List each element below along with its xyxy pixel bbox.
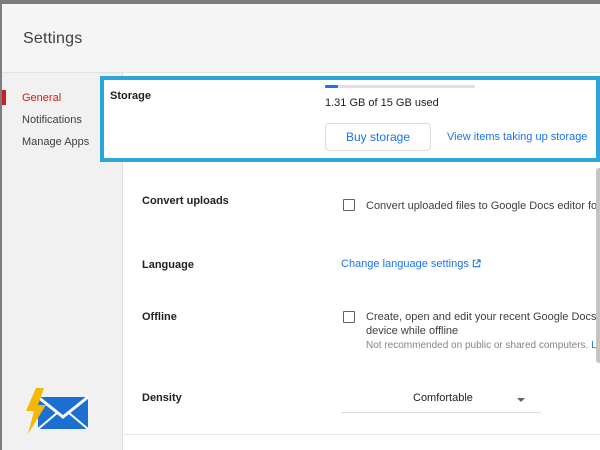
sidebar-item-general[interactable]: General: [22, 92, 61, 104]
storage-progress-bar: [325, 85, 475, 88]
storage-progress-fill: [325, 85, 339, 88]
density-label: Density: [142, 392, 182, 404]
scrollbar[interactable]: [596, 168, 600, 363]
section-divider: [123, 434, 600, 435]
view-items-link[interactable]: View items taking up storage: [447, 131, 587, 143]
sidebar-item-notifications[interactable]: Notifications: [22, 114, 82, 126]
offline-text-line1: Create, open and edit your recent Google…: [366, 311, 600, 323]
density-select[interactable]: Comfortable: [341, 388, 541, 413]
offline-note-text: Not recommended on public or shared comp…: [366, 340, 589, 351]
storage-used-text: 1.31 GB of 15 GB used: [325, 97, 439, 109]
dropdown-arrow-icon: [517, 398, 525, 402]
change-language-link-text: Change language settings: [341, 258, 469, 270]
offline-label: Offline: [142, 311, 177, 323]
language-label: Language: [142, 259, 194, 271]
storage-panel: Storage 1.31 GB of 15 GB used Buy storag…: [100, 76, 600, 162]
change-language-link[interactable]: Change language settings: [341, 258, 481, 270]
sidebar-item-manage-apps[interactable]: Manage Apps: [22, 136, 89, 148]
settings-dialog: Settings General Notifications Manage Ap…: [2, 4, 600, 450]
offline-note: Not recommended on public or shared comp…: [366, 340, 600, 351]
active-nav-indicator: [2, 90, 6, 105]
storage-label: Storage: [110, 90, 151, 102]
convert-uploads-label: Convert uploads: [142, 195, 229, 207]
offline-text-line2: device while offline: [366, 325, 459, 337]
page-title: Settings: [23, 30, 83, 47]
density-select-value: Comfortable: [413, 392, 473, 404]
lightning-mail-logo-icon: [26, 388, 89, 434]
buy-storage-button[interactable]: Buy storage: [325, 123, 431, 151]
convert-uploads-checkbox[interactable]: [343, 199, 355, 211]
convert-uploads-text: Convert uploaded files to Google Docs ed…: [366, 200, 600, 212]
external-link-icon: [472, 259, 481, 268]
offline-checkbox[interactable]: [343, 311, 355, 323]
